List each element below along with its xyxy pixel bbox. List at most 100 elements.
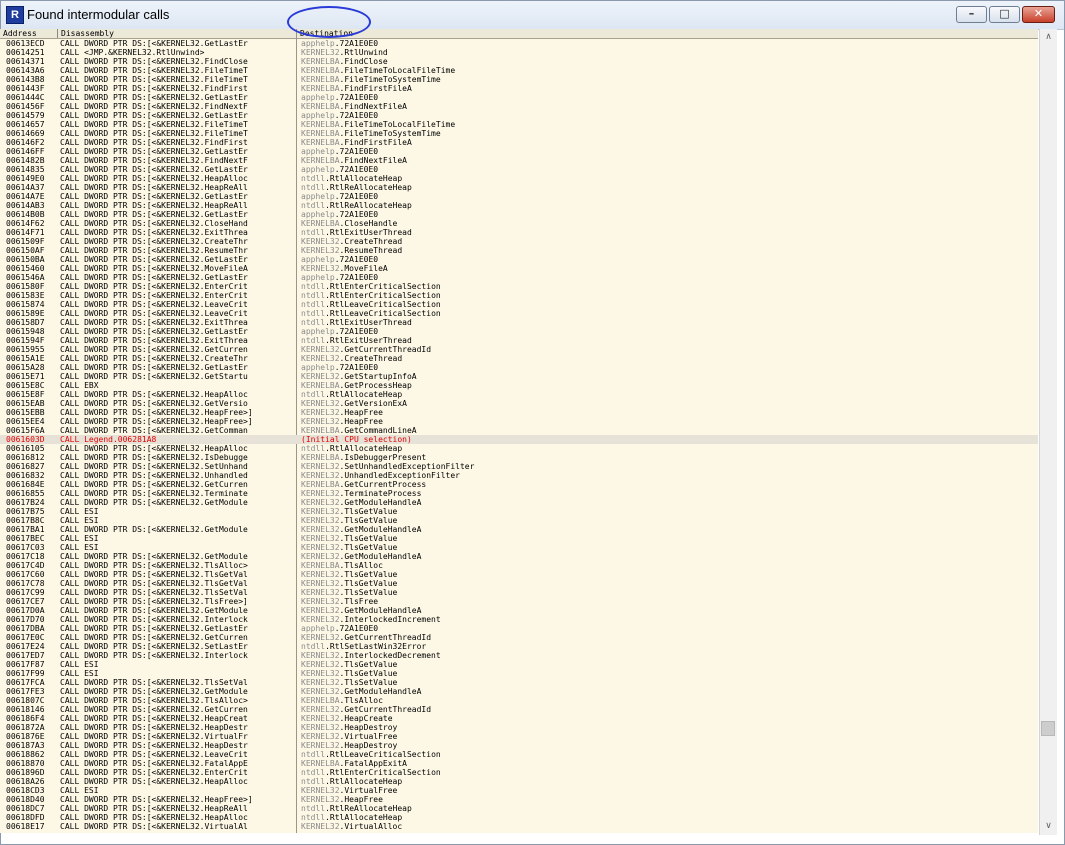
table-row[interactable]: 00617CE7 CALL DWORD PTR DS:[<&KERNEL32.Tl…: [0, 597, 1038, 606]
calls-table[interactable]: Address Disassembly Destination 00613ECD…: [0, 29, 1038, 833]
table-row[interactable]: 00614B0B CALL DWORD PTR DS:[<&KERNEL32.Ge…: [0, 210, 1038, 219]
table-row[interactable]: 00617B24 CALL DWORD PTR DS:[<&KERNEL32.Ge…: [0, 498, 1038, 507]
table-row[interactable]: 00614A37 CALL DWORD PTR DS:[<&KERNEL32.He…: [0, 183, 1038, 192]
vertical-scrollbar[interactable]: ∧ ∨: [1039, 29, 1057, 835]
table-row[interactable]: 00615460 CALL DWORD PTR DS:[<&KERNEL32.Mo…: [0, 264, 1038, 273]
maximize-button[interactable]: □: [989, 6, 1020, 23]
title-bar[interactable]: R Found intermodular calls – □ ✕: [1, 1, 1064, 30]
table-row[interactable]: 00617E0C CALL DWORD PTR DS:[<&KERNEL32.Ge…: [0, 633, 1038, 642]
table-row[interactable]: 00618D40 CALL DWORD PTR DS:[<&KERNEL32.He…: [0, 795, 1038, 804]
scroll-thumb[interactable]: [1041, 721, 1055, 736]
table-row[interactable]: 00617D70 CALL DWORD PTR DS:[<&KERNEL32.In…: [0, 615, 1038, 624]
table-row[interactable]: 0061509F CALL DWORD PTR DS:[<&KERNEL32.Cr…: [0, 237, 1038, 246]
table-row[interactable]: 00618870 CALL DWORD PTR DS:[<&KERNEL32.Fa…: [0, 759, 1038, 768]
table-row[interactable]: 00617F99 CALL ESI KERNEL32.TlsGetValue: [0, 669, 1038, 678]
table-row[interactable]: 0061872A CALL DWORD PTR DS:[<&KERNEL32.He…: [0, 723, 1038, 732]
table-row[interactable]: 00615EE4 CALL DWORD PTR DS:[<&KERNEL32.He…: [0, 417, 1038, 426]
table-row[interactable]: 0061443F CALL DWORD PTR DS:[<&KERNEL32.Fi…: [0, 84, 1038, 93]
table-row-selected[interactable]: 0061603D CALL Legend.006281A8 (Initial CPU…: [0, 435, 1038, 444]
table-row[interactable]: 00618DFD CALL DWORD PTR DS:[<&KERNEL32.He…: [0, 813, 1038, 822]
table-row[interactable]: 00615F6A CALL DWORD PTR DS:[<&KERNEL32.Ge…: [0, 426, 1038, 435]
table-row[interactable]: 00617BEC CALL ESI KERNEL32.TlsGetValue: [0, 534, 1038, 543]
table-row[interactable]: 00616832 CALL DWORD PTR DS:[<&KERNEL32.Un…: [0, 471, 1038, 480]
table-row[interactable]: 00614F62 CALL DWORD PTR DS:[<&KERNEL32.Cl…: [0, 219, 1038, 228]
table-row[interactable]: 006186F4 CALL DWORD PTR DS:[<&KERNEL32.He…: [0, 714, 1038, 723]
table-row[interactable]: 00617F87 CALL ESI KERNEL32.TlsGetValue: [0, 660, 1038, 669]
table-row[interactable]: 00615EBB CALL DWORD PTR DS:[<&KERNEL32.He…: [0, 408, 1038, 417]
table-row[interactable]: 00614A7E CALL DWORD PTR DS:[<&KERNEL32.Ge…: [0, 192, 1038, 201]
table-row[interactable]: 00617C78 CALL DWORD PTR DS:[<&KERNEL32.Tl…: [0, 579, 1038, 588]
table-row[interactable]: 00617E24 CALL DWORD PTR DS:[<&KERNEL32.Se…: [0, 642, 1038, 651]
table-row[interactable]: 00613ECD CALL DWORD PTR DS:[<&KERNEL32.Ge…: [0, 39, 1038, 48]
table-row[interactable]: 006143A6 CALL DWORD PTR DS:[<&KERNEL32.Fi…: [0, 66, 1038, 75]
table-row[interactable]: 00616812 CALL DWORD PTR DS:[<&KERNEL32.Is…: [0, 453, 1038, 462]
scroll-up-icon[interactable]: ∧: [1040, 29, 1057, 46]
table-row[interactable]: 00617C99 CALL DWORD PTR DS:[<&KERNEL32.Tl…: [0, 588, 1038, 597]
table-row[interactable]: 00617D0A CALL DWORD PTR DS:[<&KERNEL32.Ge…: [0, 606, 1038, 615]
table-row[interactable]: 00617DBA CALL DWORD PTR DS:[<&KERNEL32.Ge…: [0, 624, 1038, 633]
table-row[interactable]: 0061684E CALL DWORD PTR DS:[<&KERNEL32.Ge…: [0, 480, 1038, 489]
table-row[interactable]: 00615A1E CALL DWORD PTR DS:[<&KERNEL32.Cr…: [0, 354, 1038, 363]
table-row[interactable]: 00615874 CALL DWORD PTR DS:[<&KERNEL32.Le…: [0, 300, 1038, 309]
table-row[interactable]: 00614657 CALL DWORD PTR DS:[<&KERNEL32.Fi…: [0, 120, 1038, 129]
table-row[interactable]: 00614835 CALL DWORD PTR DS:[<&KERNEL32.Ge…: [0, 165, 1038, 174]
table-row[interactable]: 00616105 CALL DWORD PTR DS:[<&KERNEL32.He…: [0, 444, 1038, 453]
table-row[interactable]: 00615E8F CALL DWORD PTR DS:[<&KERNEL32.He…: [0, 390, 1038, 399]
table-row[interactable]: 00615EAB CALL DWORD PTR DS:[<&KERNEL32.Ge…: [0, 399, 1038, 408]
table-row[interactable]: 0061482B CALL DWORD PTR DS:[<&KERNEL32.Fi…: [0, 156, 1038, 165]
table-row[interactable]: 0061589E CALL DWORD PTR DS:[<&KERNEL32.Le…: [0, 309, 1038, 318]
table-row[interactable]: 00614F71 CALL DWORD PTR DS:[<&KERNEL32.Ex…: [0, 228, 1038, 237]
scroll-down-icon[interactable]: ∨: [1040, 818, 1057, 835]
table-row[interactable]: 00614AB3 CALL DWORD PTR DS:[<&KERNEL32.He…: [0, 201, 1038, 210]
minimize-button[interactable]: –: [956, 6, 987, 23]
table-row[interactable]: 0061876E CALL DWORD PTR DS:[<&KERNEL32.Vi…: [0, 732, 1038, 741]
table-row[interactable]: 00617FE3 CALL DWORD PTR DS:[<&KERNEL32.Ge…: [0, 687, 1038, 696]
table-row[interactable]: 00615955 CALL DWORD PTR DS:[<&KERNEL32.Ge…: [0, 345, 1038, 354]
table-row[interactable]: 006146F2 CALL DWORD PTR DS:[<&KERNEL32.Fi…: [0, 138, 1038, 147]
table-row[interactable]: 00614669 CALL DWORD PTR DS:[<&KERNEL32.Fi…: [0, 129, 1038, 138]
column-header-disassembly[interactable]: Disassembly: [58, 29, 297, 38]
column-header-address[interactable]: Address: [0, 29, 58, 38]
table-row[interactable]: 0061456F CALL DWORD PTR DS:[<&KERNEL32.Fi…: [0, 102, 1038, 111]
table-row[interactable]: 00614371 CALL DWORD PTR DS:[<&KERNEL32.Fi…: [0, 57, 1038, 66]
table-row[interactable]: 006150AF CALL DWORD PTR DS:[<&KERNEL32.Re…: [0, 246, 1038, 255]
table-row[interactable]: 00614579 CALL DWORD PTR DS:[<&KERNEL32.Ge…: [0, 111, 1038, 120]
table-row[interactable]: 0061896D CALL DWORD PTR DS:[<&KERNEL32.En…: [0, 768, 1038, 777]
table-row[interactable]: 006146FF CALL DWORD PTR DS:[<&KERNEL32.Ge…: [0, 147, 1038, 156]
table-row[interactable]: 00617BA1 CALL DWORD PTR DS:[<&KERNEL32.Ge…: [0, 525, 1038, 534]
table-row[interactable]: 00617B8C CALL ESI KERNEL32.TlsGetValue: [0, 516, 1038, 525]
table-row[interactable]: 00618DC7 CALL DWORD PTR DS:[<&KERNEL32.He…: [0, 804, 1038, 813]
table-row[interactable]: 00615E8C CALL EBX KERNELBA.GetProcessHeap: [0, 381, 1038, 390]
table-row[interactable]: 006149E0 CALL DWORD PTR DS:[<&KERNEL32.He…: [0, 174, 1038, 183]
table-row[interactable]: 0061580F CALL DWORD PTR DS:[<&KERNEL32.En…: [0, 282, 1038, 291]
table-row[interactable]: 00615948 CALL DWORD PTR DS:[<&KERNEL32.Ge…: [0, 327, 1038, 336]
table-row[interactable]: 00617B75 CALL ESI KERNEL32.TlsGetValue: [0, 507, 1038, 516]
table-row[interactable]: 006187A3 CALL DWORD PTR DS:[<&KERNEL32.He…: [0, 741, 1038, 750]
table-row[interactable]: 0061807C CALL DWORD PTR DS:[<&KERNEL32.Tl…: [0, 696, 1038, 705]
table-row[interactable]: 0061546A CALL DWORD PTR DS:[<&KERNEL32.Ge…: [0, 273, 1038, 282]
table-row[interactable]: 00618146 CALL DWORD PTR DS:[<&KERNEL32.Ge…: [0, 705, 1038, 714]
table-row[interactable]: 00614251 CALL <JMP.&KERNEL32.RtlUnwind> KE…: [0, 48, 1038, 57]
table-row[interactable]: 00616827 CALL DWORD PTR DS:[<&KERNEL32.Se…: [0, 462, 1038, 471]
table-row[interactable]: 006150BA CALL DWORD PTR DS:[<&KERNEL32.Ge…: [0, 255, 1038, 264]
table-row[interactable]: 00615A28 CALL DWORD PTR DS:[<&KERNEL32.Ge…: [0, 363, 1038, 372]
table-row[interactable]: 006158D7 CALL DWORD PTR DS:[<&KERNEL32.Ex…: [0, 318, 1038, 327]
table-row[interactable]: 0061583E CALL DWORD PTR DS:[<&KERNEL32.En…: [0, 291, 1038, 300]
table-row[interactable]: 00618A26 CALL DWORD PTR DS:[<&KERNEL32.He…: [0, 777, 1038, 786]
table-row[interactable]: 00617C4D CALL DWORD PTR DS:[<&KERNEL32.Tl…: [0, 561, 1038, 570]
table-row[interactable]: 00618CD3 CALL ESI KERNEL32.VirtualFree: [0, 786, 1038, 795]
table-row[interactable]: 0061444C CALL DWORD PTR DS:[<&KERNEL32.Ge…: [0, 93, 1038, 102]
close-button[interactable]: ✕: [1022, 6, 1055, 23]
table-row[interactable]: 00618E17 CALL DWORD PTR DS:[<&KERNEL32.Vi…: [0, 822, 1038, 831]
table-row[interactable]: 006143B8 CALL DWORD PTR DS:[<&KERNEL32.Fi…: [0, 75, 1038, 84]
table-row[interactable]: 00617C18 CALL DWORD PTR DS:[<&KERNEL32.Ge…: [0, 552, 1038, 561]
table-row[interactable]: 00617FCA CALL DWORD PTR DS:[<&KERNEL32.Tl…: [0, 678, 1038, 687]
table-row[interactable]: 00617C60 CALL DWORD PTR DS:[<&KERNEL32.Tl…: [0, 570, 1038, 579]
table-row[interactable]: 0061594F CALL DWORD PTR DS:[<&KERNEL32.Ex…: [0, 336, 1038, 345]
table-row[interactable]: 00616855 CALL DWORD PTR DS:[<&KERNEL32.Te…: [0, 489, 1038, 498]
table-row[interactable]: 00617C03 CALL ESI KERNEL32.TlsGetValue: [0, 543, 1038, 552]
column-header-destination[interactable]: Destination: [297, 29, 1038, 38]
table-row[interactable]: 00615E71 CALL DWORD PTR DS:[<&KERNEL32.Ge…: [0, 372, 1038, 381]
table-row[interactable]: 00617ED7 CALL DWORD PTR DS:[<&KERNEL32.In…: [0, 651, 1038, 660]
table-row[interactable]: 00618862 CALL DWORD PTR DS:[<&KERNEL32.Le…: [0, 750, 1038, 759]
